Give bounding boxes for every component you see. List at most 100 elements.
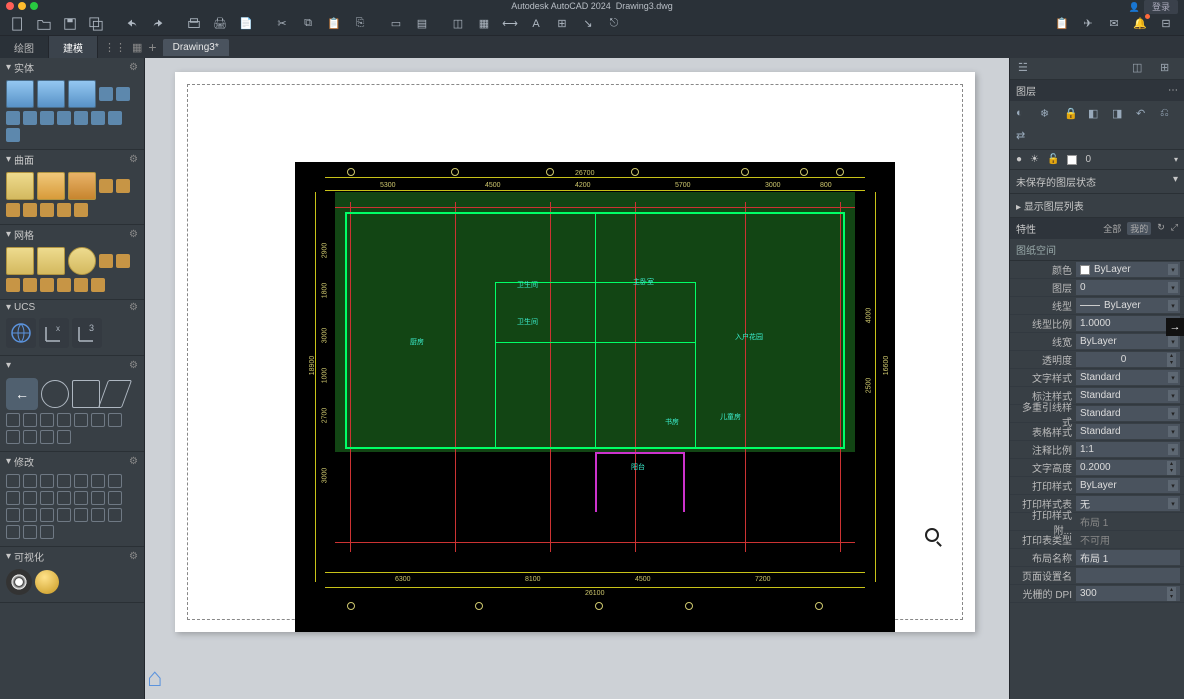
prop-rasterdpi-field[interactable]: 300▴▾ [1076,586,1180,601]
cylinder-tool[interactable] [6,111,20,125]
panel-tab-layers-icon[interactable]: ☱ [1018,61,1034,77]
helix-tool[interactable] [57,430,71,444]
prop-tablestyle-field[interactable]: Standard▾ [1076,424,1180,439]
current-layer-row[interactable]: ● ☀ 🔓 0 ▾ [1010,150,1184,170]
join-tool[interactable] [40,508,54,522]
mirror-tool[interactable] [74,474,88,488]
gear-icon[interactable]: ⚙ [129,456,138,467]
tab-grid-icon[interactable]: ▦ [132,41,142,54]
torus-tool[interactable] [23,111,37,125]
mesh-split-tool[interactable] [6,278,20,292]
pyramid-tool[interactable] [57,111,71,125]
stretch-tool[interactable] [57,491,71,505]
edit-tool[interactable] [74,508,88,522]
layer-match-icon[interactable]: ⎌ [1160,107,1176,121]
copy-tool[interactable] [74,491,88,505]
mail-icon[interactable]: ✉ [1106,16,1122,32]
collapse-arrow-icon[interactable]: → [1166,318,1184,336]
layer-freeze-icon[interactable]: ❄ [1040,107,1056,121]
presspull-tool[interactable] [6,128,20,142]
polyline-tool[interactable] [23,413,37,427]
layer-prev-icon[interactable]: ↶ [1136,107,1152,121]
cut-icon[interactable]: ✂ [274,16,290,32]
prop-space[interactable]: 图纸空间 [1010,239,1184,261]
mesh-merge-tool[interactable] [40,278,54,292]
send-icon[interactable]: ✈ [1080,16,1096,32]
undo-icon[interactable] [124,16,140,32]
xref-icon[interactable]: ⎋ [606,16,622,32]
block-icon[interactable]: ◫ [450,16,466,32]
open-icon[interactable] [36,16,52,32]
hatchedit-tool[interactable] [6,525,20,539]
prop-annoscale-field[interactable]: 1:1▾ [1076,442,1180,457]
new-tab-button[interactable]: + [148,39,156,55]
point-tool[interactable] [91,413,105,427]
extrude-tool[interactable] [37,80,65,108]
surf-loft-tool[interactable] [37,172,65,200]
cone-tool[interactable] [99,87,113,101]
panel-menu-icon[interactable]: ⋯ [1168,85,1178,96]
surf-trim-tool[interactable] [57,203,71,217]
copy-icon[interactable]: ⧉ [300,16,316,32]
reverse-tool[interactable] [23,525,37,539]
preview-icon[interactable]: 🖨 [212,16,228,32]
panel-tab-blocks-icon[interactable]: ◫ [1132,61,1148,77]
rotate-tool[interactable] [23,474,37,488]
xline-tool[interactable] [6,430,20,444]
notification-icon[interactable]: 🔔 [1132,16,1148,32]
new-icon[interactable] [10,16,26,32]
mesh-sphere-tool[interactable] [68,247,96,275]
scale-tool[interactable] [40,491,54,505]
prop-plotstyle-field[interactable]: ByLayer▾ [1076,478,1180,493]
mesh-smooth-tool[interactable] [37,247,65,275]
parallelogram-tool[interactable] [98,380,132,408]
lengthen-tool[interactable] [57,508,71,522]
paste-icon[interactable]: 📋 [326,16,342,32]
prop-textheight-field[interactable]: 0.2000▴▾ [1076,460,1180,475]
gear-icon[interactable]: ⚙ [129,229,138,240]
mesh-box-tool[interactable] [6,247,34,275]
region-tool[interactable] [40,430,54,444]
surf-plane-tool[interactable] [99,179,113,193]
ellipse-tool[interactable] [74,413,88,427]
light-tool[interactable] [35,570,59,594]
prop-lineweight-field[interactable]: ByLayer▾ [1076,334,1180,349]
offset-tool[interactable] [23,491,37,505]
filter-mine-button[interactable]: 我的 [1127,222,1151,235]
login-button[interactable]: 登录 [1144,0,1178,14]
align-tool[interactable] [6,508,20,522]
tab-model[interactable]: 建模 [49,36,98,59]
rectangle-tool[interactable] [72,380,100,408]
layer-icon[interactable]: ▤ [414,16,430,32]
prop-plottable-field[interactable]: 无▾ [1076,496,1180,511]
table-icon[interactable]: ⊞ [554,16,570,32]
mesh-refine-tool[interactable] [99,254,113,268]
publish-icon[interactable]: 📄 [238,16,254,32]
chamfer-tool[interactable] [108,474,122,488]
sweep-tool[interactable] [68,80,96,108]
prop-dimstyle-field[interactable]: Standard▾ [1076,388,1180,403]
surf-extend-tool[interactable] [40,203,54,217]
layer-state-row[interactable]: 未保存的图层状态▾ [1010,170,1184,194]
mesh-spin-tool[interactable] [91,278,105,292]
prop-textstyle-field[interactable]: Standard▾ [1076,370,1180,385]
surf-offset-tool[interactable] [23,203,37,217]
explode-tool[interactable] [108,491,122,505]
saveas-icon[interactable] [88,16,104,32]
drawing-canvas[interactable]: 26700 5300 4500 4200 5700 3000 800 26100… [145,58,1009,699]
close-window-button[interactable] [6,2,14,10]
prop-layer-field[interactable]: 0▾ [1076,280,1180,295]
refresh-icon[interactable]: ↻ [1157,222,1165,235]
ucs-world-tool[interactable] [6,318,36,348]
gear-icon[interactable]: ⚙ [129,62,138,73]
prop-linetype-field[interactable]: ByLayer▾ [1076,298,1180,313]
extend-tool[interactable] [57,474,71,488]
ucs-axis-tool[interactable]: x [39,318,69,348]
match-icon[interactable]: ⎘ [352,16,368,32]
surf-sweep-tool[interactable] [68,172,96,200]
gear-icon[interactable]: ⚙ [129,154,138,165]
surf-patch-tool[interactable] [6,203,20,217]
text-icon[interactable]: A [528,16,544,32]
prop-transparency-field[interactable]: 0▴▾ [1076,352,1180,367]
panel-tab-sheets-icon[interactable]: ⊞ [1160,61,1176,77]
